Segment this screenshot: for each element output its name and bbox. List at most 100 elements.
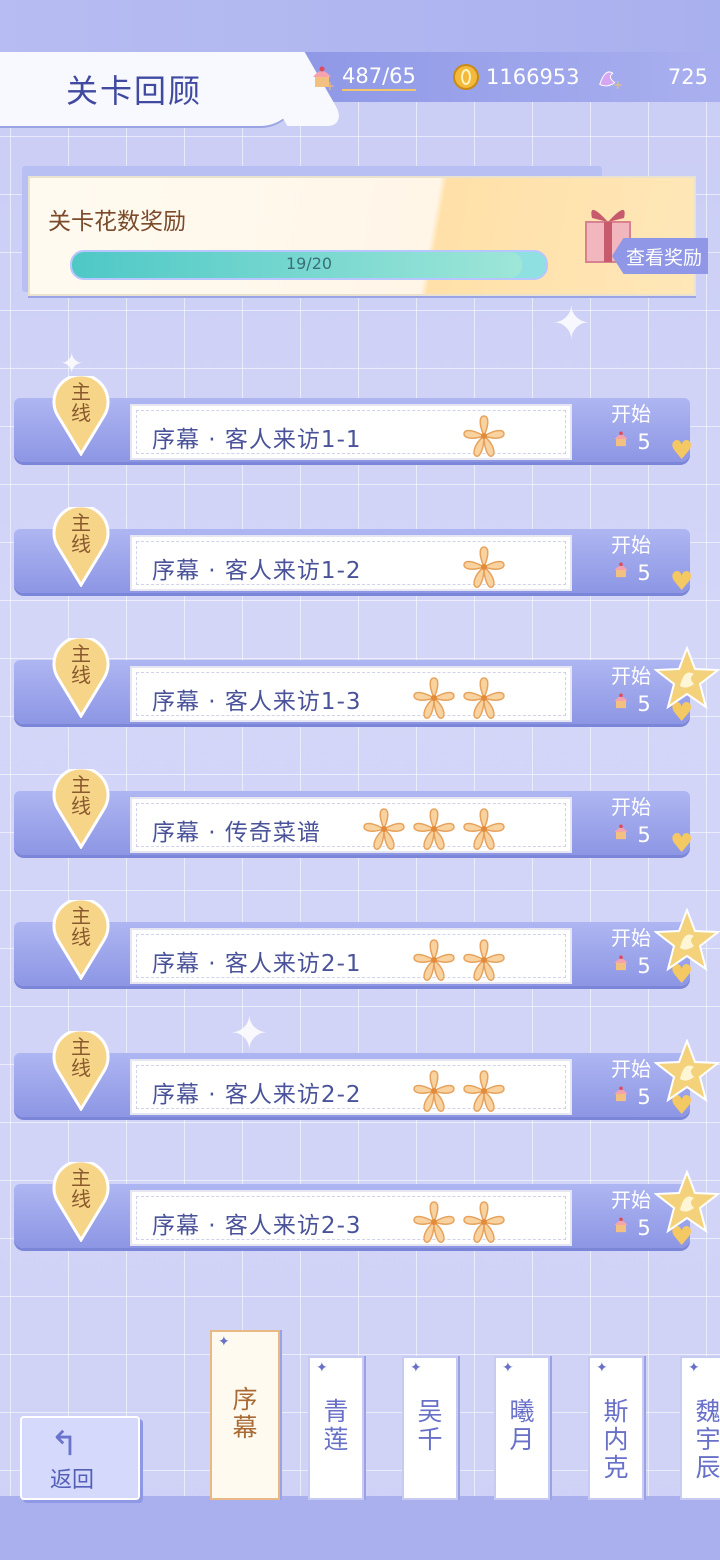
stamina-cost: 5: [600, 953, 662, 978]
stamina-cost-value: 5: [637, 560, 651, 585]
start-button[interactable]: 开始 5: [600, 922, 662, 978]
tab-bar-floor: [0, 1496, 720, 1560]
level-row[interactable]: 主 线 序幕 · 传奇菜谱 开始 5 ♥: [14, 766, 720, 867]
chapter-tab[interactable]: ✦ 曦 月: [494, 1356, 550, 1500]
main-story-badge: 主 线: [50, 635, 112, 719]
stamina-cost: 5: [600, 691, 662, 716]
flower-rating: [460, 545, 508, 589]
back-label: 返回: [50, 1468, 95, 1493]
stamina-cost: 5: [600, 822, 662, 847]
sparkle-icon: ✦: [688, 1360, 700, 1376]
svg-text:+: +: [325, 79, 335, 91]
back-button[interactable]: ↰ 返回: [20, 1416, 140, 1500]
chapter-tab[interactable]: ✦ 斯 内 克: [588, 1356, 644, 1500]
cupcake-icon: [611, 691, 631, 716]
heart-icon: ♥: [670, 567, 694, 597]
flower-icon: [460, 414, 508, 458]
start-label: 开始: [611, 664, 651, 688]
cupcake-icon: [611, 429, 631, 454]
cupcake-icon: [611, 560, 631, 585]
stamina-cost-value: 5: [637, 953, 651, 978]
cupcake-icon: [611, 953, 631, 978]
badge-label: 主 线: [71, 511, 91, 556]
flower-icon: [410, 938, 458, 982]
flower-rating: [410, 1200, 508, 1244]
flower-icon: [410, 1200, 458, 1244]
level-name: 序幕 · 客人来访1-3: [152, 689, 362, 715]
flower-rating: [460, 414, 508, 458]
chapter-tab-label: 青 莲: [323, 1397, 349, 1454]
view-rewards-button[interactable]: 查看奖励: [612, 238, 708, 274]
flower-icon: [410, 676, 458, 720]
star-icon: [653, 907, 720, 972]
main-story-badge: 主 线: [50, 504, 112, 588]
start-label: 开始: [611, 1057, 651, 1081]
gold-counter[interactable]: 1166953: [452, 62, 580, 92]
page-title: 关卡回顾: [66, 72, 203, 110]
start-label: 开始: [611, 533, 651, 557]
level-row[interactable]: 主 线 序幕 · 客人来访1-1 开始 5 ♥: [14, 373, 720, 474]
sparkle-icon: ✦: [316, 1360, 328, 1376]
level-name: 序幕 · 客人来访2-1: [152, 951, 362, 977]
sparkle-icon: ✦: [596, 1360, 608, 1376]
start-button[interactable]: 开始 5: [600, 660, 662, 716]
flower-rating: [410, 676, 508, 720]
chapter-tab-label: 曦 月: [509, 1397, 535, 1454]
star-icon: [653, 645, 720, 710]
stamina-cost: 5: [600, 429, 662, 454]
main-story-badge: 主 线: [50, 766, 112, 850]
badge-label: 主 线: [71, 1166, 91, 1211]
flower-icon: [410, 807, 458, 851]
stamina-cost-value: 5: [637, 1215, 651, 1240]
start-label: 开始: [611, 795, 651, 819]
flower-icon: [410, 1069, 458, 1113]
star-icon: [653, 1169, 720, 1234]
reward-card: 关卡花数奖励 19/20 查看奖励: [28, 176, 708, 296]
start-button[interactable]: 开始 5: [600, 529, 662, 585]
start-button[interactable]: 开始 5: [600, 1053, 662, 1109]
chapter-tab[interactable]: ✦ 青 莲: [308, 1356, 364, 1500]
start-button[interactable]: 开始 5: [600, 791, 662, 847]
badge-label: 主 线: [71, 1035, 91, 1080]
stamina-cost-value: 5: [637, 429, 651, 454]
chapter-tab-label: 序 幕: [232, 1385, 258, 1442]
chapter-tab[interactable]: ✦ 序 幕: [210, 1330, 280, 1500]
chapter-tab[interactable]: ✦ 吴 千: [402, 1356, 458, 1500]
cupcake-icon: [611, 822, 631, 847]
badge-label: 主 线: [71, 380, 91, 425]
heart-icon: ♥: [670, 436, 694, 466]
flower-rating: [360, 807, 508, 851]
main-story-badge: 主 线: [50, 373, 112, 457]
stamina-cost: 5: [600, 1215, 662, 1240]
level-name: 序幕 · 传奇菜谱: [152, 820, 321, 846]
gem-counter[interactable]: + 725: [596, 62, 708, 92]
flower-icon: [460, 1200, 508, 1244]
back-arrow-icon: ↰: [50, 1424, 79, 1464]
stamina-counter[interactable]: + 487/65: [308, 62, 416, 92]
chapter-tab[interactable]: ✦ 魏 宇 辰: [680, 1356, 720, 1500]
start-button[interactable]: 开始 5: [600, 398, 662, 454]
level-row[interactable]: 主 线 序幕 · 客人来访2-1 开始 5 ♥: [14, 897, 720, 998]
flower-icon: [460, 545, 508, 589]
chapter-tab-label: 吴 千: [417, 1397, 443, 1454]
stamina-cost: 5: [600, 1084, 662, 1109]
sparkle-icon: ✦: [410, 1360, 422, 1376]
flower-icon: [460, 938, 508, 982]
start-label: 开始: [611, 402, 651, 426]
level-row[interactable]: 主 线 序幕 · 客人来访1-2 开始 5 ♥: [14, 504, 720, 605]
level-name: 序幕 · 客人来访2-3: [152, 1213, 362, 1239]
level-row[interactable]: 主 线 序幕 · 客人来访1-3 开始 5 ♥: [14, 635, 720, 736]
sparkle-decoration: ✦: [552, 296, 591, 350]
level-row[interactable]: 主 线 序幕 · 客人来访2-2 开始 5 ♥: [14, 1028, 720, 1129]
stamina-cost-value: 5: [637, 822, 651, 847]
gold-value: 1166953: [486, 65, 580, 89]
cupcake-icon: [611, 1215, 631, 1240]
reward-progress-bar: 19/20: [70, 250, 548, 280]
level-row[interactable]: 主 线 序幕 · 客人来访2-3 开始 5 ♥: [14, 1159, 720, 1260]
start-button[interactable]: 开始 5: [600, 1184, 662, 1240]
cupcake-icon: +: [308, 63, 336, 91]
sparkle-icon: ✦: [218, 1334, 230, 1350]
main-story-badge: 主 线: [50, 1028, 112, 1112]
chapter-tab-label: 魏 宇 辰: [695, 1397, 720, 1482]
stamina-cost-value: 5: [637, 691, 651, 716]
